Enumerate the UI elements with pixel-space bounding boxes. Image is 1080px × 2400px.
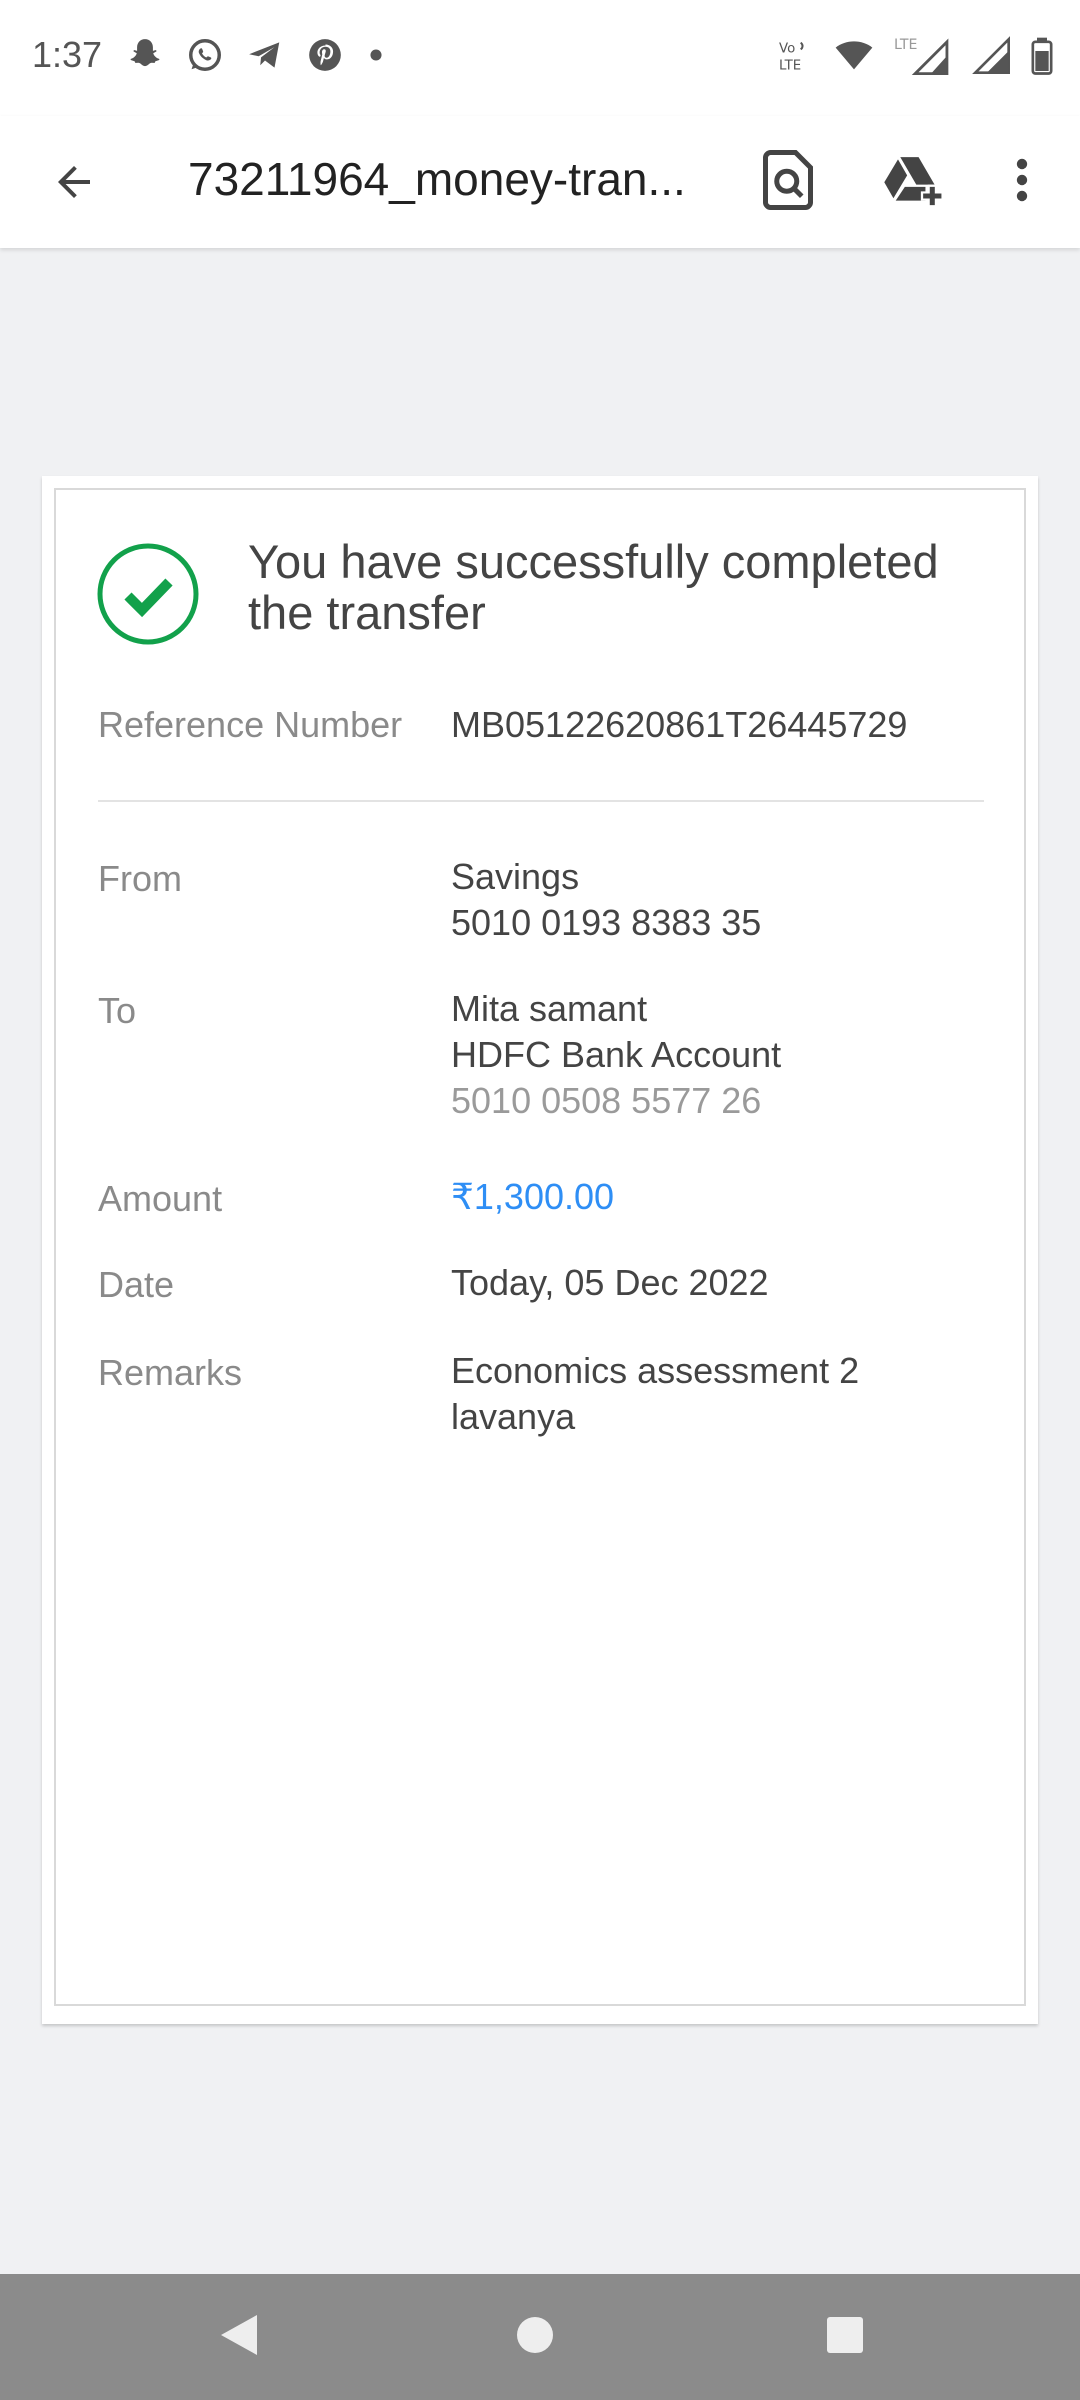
nav-back-button[interactable] [206, 2304, 272, 2370]
document-title: 73211964_money-tran... [188, 153, 686, 205]
reference-number-label: Reference Number [98, 704, 403, 745]
nav-home-icon [515, 2315, 555, 2360]
svg-text:LTE: LTE [894, 37, 918, 53]
dot-icon [366, 36, 386, 79]
date-value: Today, 05 Dec 2022 [451, 1262, 769, 1303]
back-button[interactable] [44, 154, 104, 214]
back-arrow-icon [50, 158, 98, 211]
snapchat-icon [126, 36, 164, 79]
from-account-type: Savings [451, 856, 580, 897]
payee-name: Mita samant [451, 988, 648, 1029]
to-label: To [98, 990, 137, 1031]
success-check-icon [96, 542, 200, 646]
remarks-value: Economics assessment 2 lavanya [451, 1348, 859, 1440]
remarks-line-2: lavanya [451, 1396, 576, 1437]
remarks-label: Remarks [98, 1352, 243, 1393]
amount-label: Amount [98, 1178, 223, 1219]
success-message: You have successfully completed the tran… [248, 535, 939, 639]
telegram-icon [246, 36, 284, 79]
wifi-icon [832, 36, 876, 81]
date-label: Date [98, 1264, 175, 1305]
divider [98, 800, 984, 802]
search-document-icon [762, 149, 814, 215]
svg-text:Vo: Vo [779, 42, 795, 57]
find-in-document-button[interactable] [752, 146, 824, 218]
nav-recents-icon [825, 2315, 865, 2360]
pdf-page[interactable]: You have successfully completed the tran… [42, 476, 1038, 2024]
more-options-button[interactable] [1002, 146, 1042, 218]
nav-back-icon [217, 2311, 261, 2364]
app-bar: 73211964_money-tran... [0, 116, 1080, 248]
pinterest-icon [306, 36, 344, 79]
notification-icons [126, 36, 386, 79]
transfer-receipt: You have successfully completed the tran… [54, 488, 1026, 2006]
reference-number-value: MB05122620861T26445729 [451, 704, 908, 745]
drive-add-icon [882, 152, 946, 213]
from-account-number: 5010 0193 8383 35 [451, 902, 762, 943]
signal-icon [972, 36, 1012, 81]
amount-value: ₹1,300.00 [451, 1176, 615, 1217]
svg-text:LTE: LTE [779, 58, 801, 73]
status-time: 1:37 [32, 34, 103, 75]
battery-icon [1030, 36, 1054, 81]
from-value: Savings 5010 0193 8383 35 [451, 854, 761, 946]
whatsapp-icon [186, 36, 224, 79]
lte-signal-icon: LTE [894, 34, 954, 83]
nav-recents-button[interactable] [812, 2304, 878, 2370]
from-label: From [98, 858, 182, 899]
add-to-drive-button[interactable] [874, 146, 954, 218]
to-value: Mita samant HDFC Bank Account 5010 0508 … [451, 986, 781, 1124]
system-status-icons: Vo LTE LTE [774, 34, 1054, 83]
more-vert-icon [1014, 154, 1030, 211]
nav-home-button[interactable] [502, 2304, 568, 2370]
system-nav-bar [0, 2274, 1080, 2400]
payee-bank: HDFC Bank Account [451, 1034, 782, 1075]
status-bar: 1:37 Vo LTE LTE [0, 0, 1080, 116]
payee-account-number: 5010 0508 5577 26 [451, 1080, 762, 1121]
remarks-line-1: Economics assessment 2 [451, 1350, 860, 1391]
volte-icon: Vo LTE [774, 36, 814, 81]
